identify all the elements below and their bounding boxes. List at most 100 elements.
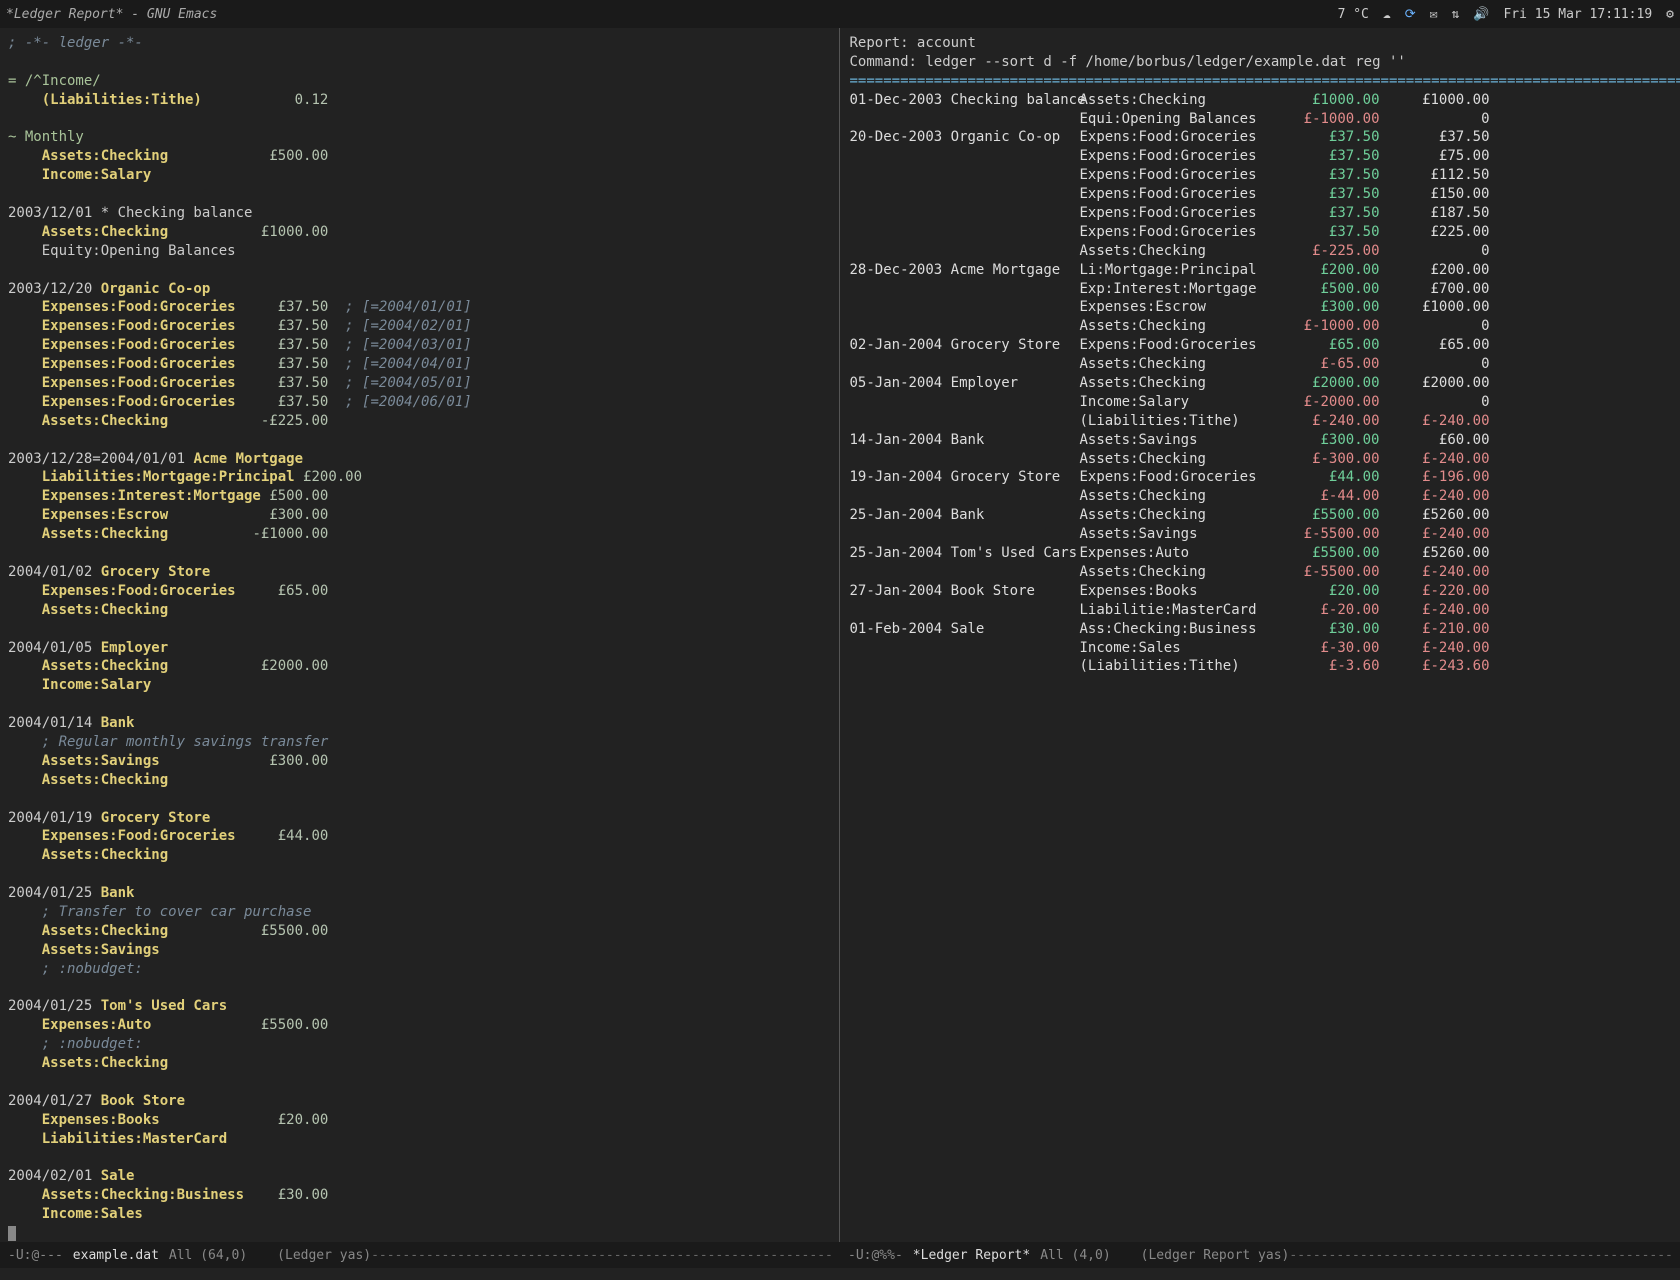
register-row: 05-Jan-2004 EmployerAssets:Checking£2000…	[850, 374, 1673, 393]
modeline: -U:@--- example.dat All (64,0) (Ledger y…	[0, 1242, 1680, 1268]
ledger-line: Income:Salary	[8, 166, 831, 185]
ledger-line: Assets:Checking	[8, 1054, 831, 1073]
ledger-line	[8, 790, 831, 809]
register-row: Exp:Interest:Mortgage£500.00£700.00	[850, 280, 1673, 299]
ledger-line: Assets:Savings £300.00	[8, 752, 831, 771]
ledger-line: Assets:Checking -£1000.00	[8, 525, 831, 544]
ledger-line: ; :nobudget:	[8, 960, 831, 979]
register-row: Equi:Opening Balances£-1000.000	[850, 110, 1673, 129]
register-row: 20-Dec-2003 Organic Co-opExpens:Food:Gro…	[850, 128, 1673, 147]
register-row: 28-Dec-2003 Acme MortgageLi:Mortgage:Pri…	[850, 261, 1673, 280]
register-row: Assets:Checking£-44.00£-240.00	[850, 487, 1673, 506]
ledger-line	[8, 110, 831, 129]
ledger-line: 2004/02/01 Sale	[8, 1167, 831, 1186]
ledger-line: ; -*- ledger -*-	[8, 34, 831, 53]
ledger-line: 2003/12/01 * Checking balance	[8, 204, 831, 223]
ledger-line: 2003/12/20 Organic Co-op	[8, 280, 831, 299]
ledger-line: ; Transfer to cover car purchase	[8, 903, 831, 922]
ledger-line: Assets:Checking:Business £30.00	[8, 1186, 831, 1205]
ledger-line: Expenses:Food:Groceries £37.50 ; [=2004/…	[8, 355, 831, 374]
ledger-line: Expenses:Escrow £300.00	[8, 506, 831, 525]
ledger-line: 2004/01/25 Tom's Used Cars	[8, 997, 831, 1016]
modeline-position: All (64,0)	[169, 1248, 247, 1263]
ledger-line: Assets:Checking £5500.00	[8, 922, 831, 941]
weather-text: 7 °C	[1338, 7, 1369, 22]
ledger-line	[8, 431, 831, 450]
gear-icon[interactable]: ⚙	[1666, 7, 1674, 22]
register-row: Assets:Savings£-5500.00£-240.00	[850, 525, 1673, 544]
ledger-line: 2004/01/25 Bank	[8, 884, 831, 903]
ledger-line	[8, 1149, 831, 1168]
modeline-status: -U:@---	[8, 1248, 63, 1263]
rule: ========================================…	[850, 72, 1673, 91]
ledger-line: Assets:Checking £2000.00	[8, 657, 831, 676]
modeline-right: -U:@%%- *Ledger Report* All (4,0) (Ledge…	[840, 1242, 1680, 1268]
modeline-fill: ----------------------------------------…	[1289, 1248, 1672, 1263]
ledger-line: Expenses:Interest:Mortgage £500.00	[8, 487, 831, 506]
ledger-line: Expenses:Food:Groceries £65.00	[8, 582, 831, 601]
register-row: 14-Jan-2004 BankAssets:Savings£300.00£60…	[850, 431, 1673, 450]
cursor	[8, 1224, 831, 1242]
ledger-line: 2004/01/05 Employer	[8, 639, 831, 658]
ledger-line: Assets:Savings	[8, 941, 831, 960]
ledger-line: Assets:Checking	[8, 601, 831, 620]
ledger-line: Equity:Opening Balances	[8, 242, 831, 261]
register-row: 01-Dec-2003 Checking balanceAssets:Check…	[850, 91, 1673, 110]
register-row: Assets:Checking£-300.00£-240.00	[850, 450, 1673, 469]
modeline-mode: (Ledger Report yas)	[1141, 1248, 1290, 1263]
ledger-line: Income:Salary	[8, 676, 831, 695]
ledger-line: Assets:Checking -£225.00	[8, 412, 831, 431]
register-row: Expens:Food:Groceries£37.50£75.00	[850, 147, 1673, 166]
minibuffer[interactable]	[0, 1268, 1680, 1280]
ledger-line: Assets:Checking	[8, 846, 831, 865]
modeline-fill: ----------------------------------------…	[371, 1248, 832, 1263]
modeline-buffer-name: *Ledger Report*	[913, 1248, 1030, 1263]
register-row: Expenses:Escrow£300.00£1000.00	[850, 298, 1673, 317]
register-row: 25-Jan-2004 Tom's Used CarsExpenses:Auto…	[850, 544, 1673, 563]
register-row: Income:Sales£-30.00£-240.00	[850, 639, 1673, 658]
register-row: Assets:Checking£-1000.000	[850, 317, 1673, 336]
register-row: 25-Jan-2004 BankAssets:Checking£5500.00£…	[850, 506, 1673, 525]
ledger-line: Assets:Checking	[8, 771, 831, 790]
ledger-line: = /^Income/	[8, 72, 831, 91]
ledger-line: ; Regular monthly savings transfer	[8, 733, 831, 752]
cloud-icon: ☁	[1383, 7, 1391, 22]
ledger-line: Liabilities:Mortgage:Principal £200.00	[8, 468, 831, 487]
window-title: *Ledger Report* - GNU Emacs	[6, 7, 217, 22]
register-row: 27-Jan-2004 Book StoreExpenses:Books£20.…	[850, 582, 1673, 601]
volume-icon[interactable]: 🔊	[1473, 7, 1489, 22]
mail-icon[interactable]: ✉	[1430, 7, 1438, 22]
modeline-status: -U:@%%-	[848, 1248, 903, 1263]
status-tray: 7 °C ☁ ⟳ ✉ ⇅ 🔊 Fri 15 Mar 17:11:19 ⚙	[1338, 7, 1674, 22]
ledger-line: Expenses:Auto £5500.00	[8, 1016, 831, 1035]
emacs-frame: ; -*- ledger -*- = /^Income/ (Liabilitie…	[0, 28, 1680, 1242]
ledger-line: 2004/01/02 Grocery Store	[8, 563, 831, 582]
left-buffer-example-dat[interactable]: ; -*- ledger -*- = /^Income/ (Liabilitie…	[0, 28, 839, 1242]
register-row: 01-Feb-2004 SaleAss:Checking:Business£30…	[850, 620, 1673, 639]
register-row: Expens:Food:Groceries£37.50£225.00	[850, 223, 1673, 242]
register-row: Expens:Food:Groceries£37.50£187.50	[850, 204, 1673, 223]
report-header: Report: account	[850, 34, 1673, 53]
ledger-line: Expenses:Food:Groceries £37.50 ; [=2004/…	[8, 374, 831, 393]
ledger-line: Expenses:Food:Groceries £44.00	[8, 827, 831, 846]
ledger-line	[8, 53, 831, 72]
ledger-line: Assets:Checking £1000.00	[8, 223, 831, 242]
right-buffer-ledger-report[interactable]: Report: accountCommand: ledger --sort d …	[839, 28, 1680, 1242]
register-row: Expens:Food:Groceries£37.50£150.00	[850, 185, 1673, 204]
ledger-line	[8, 695, 831, 714]
modeline-left: -U:@--- example.dat All (64,0) (Ledger y…	[0, 1242, 840, 1268]
register-row: Liabilitie:MasterCard£-20.00£-240.00	[850, 601, 1673, 620]
register-row: Assets:Checking£-5500.00£-240.00	[850, 563, 1673, 582]
register-row: Assets:Checking£-225.000	[850, 242, 1673, 261]
register-row: 19-Jan-2004 Grocery StoreExpens:Food:Gro…	[850, 468, 1673, 487]
ledger-line: Assets:Checking £500.00	[8, 147, 831, 166]
ledger-line: Expenses:Food:Groceries £37.50 ; [=2004/…	[8, 317, 831, 336]
register-row: 02-Jan-2004 Grocery StoreExpens:Food:Gro…	[850, 336, 1673, 355]
ledger-line: Expenses:Food:Groceries £37.50 ; [=2004/…	[8, 336, 831, 355]
ledger-line: Expenses:Food:Groceries £37.50 ; [=2004/…	[8, 298, 831, 317]
network-icon[interactable]: ⇅	[1451, 7, 1459, 22]
ledger-line: Expenses:Books £20.00	[8, 1111, 831, 1130]
ledger-line: ~ Monthly	[8, 128, 831, 147]
ledger-line: 2004/01/27 Book Store	[8, 1092, 831, 1111]
refresh-icon[interactable]: ⟳	[1405, 7, 1416, 22]
